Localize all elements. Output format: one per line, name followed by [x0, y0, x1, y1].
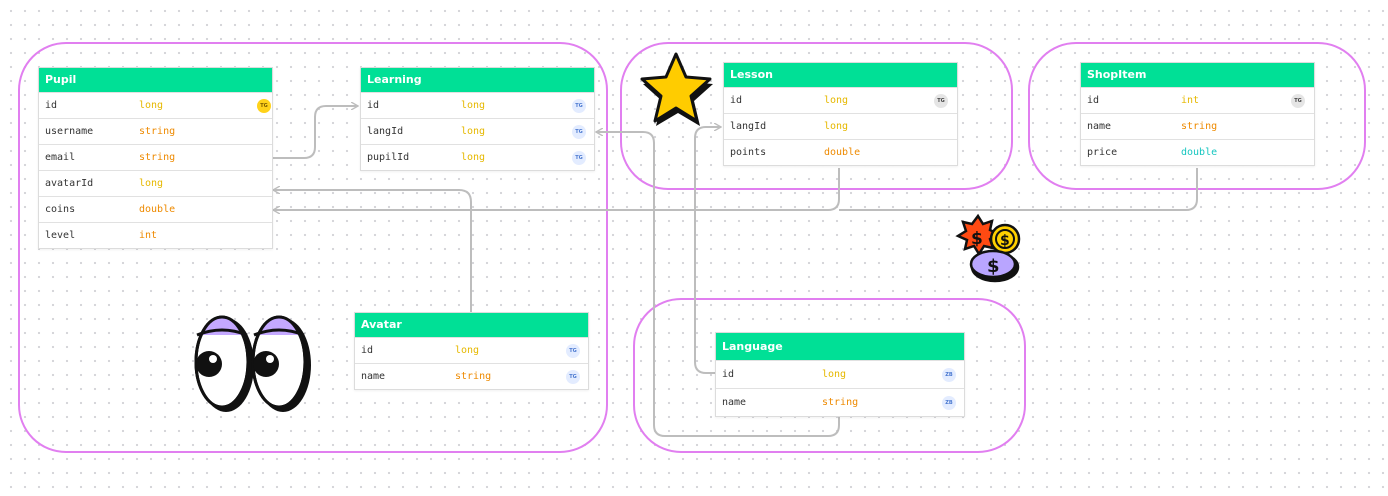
field-type: long [139, 178, 164, 189]
field-badge[interactable]: TG [566, 344, 580, 358]
field-name: name [1087, 121, 1112, 132]
pupil-row-email[interactable]: email string [39, 144, 272, 170]
field-type: string [1181, 121, 1218, 132]
field-type: string [822, 397, 859, 408]
field-name: email [45, 152, 76, 163]
field-name: langId [367, 126, 404, 137]
shopitem-row-id[interactable]: id int TG [1081, 87, 1314, 113]
field-type: double [824, 147, 861, 158]
language-table[interactable]: Language id long ZB name string ZB [715, 332, 965, 417]
pupil-row-username[interactable]: username string [39, 118, 272, 144]
field-type: double [139, 204, 176, 215]
field-type: long [461, 100, 486, 111]
field-type: long [455, 345, 480, 356]
lesson-table[interactable]: Lesson id long TG langId long points double [723, 62, 958, 166]
field-name: pupilId [367, 152, 410, 163]
language-row-name[interactable]: name string ZB [716, 388, 964, 416]
pupil-table-header[interactable]: Pupil [39, 68, 272, 92]
field-type: int [1181, 95, 1200, 106]
field-name: id [722, 369, 735, 380]
field-badge[interactable]: TG [257, 99, 271, 113]
field-name: id [367, 100, 380, 111]
learning-table[interactable]: Learning id long TG langId long TG pupilId long… [360, 67, 595, 171]
eyes-sticker-icon [190, 307, 315, 417]
star-sticker-icon [636, 50, 716, 128]
field-name: price [1087, 147, 1118, 158]
shopitem-row-name[interactable]: name string [1081, 113, 1314, 139]
field-type: long [824, 95, 849, 106]
shopitem-table[interactable]: ShopItem id int TG name string price double [1080, 62, 1315, 166]
shopitem-row-price[interactable]: price double [1081, 139, 1314, 165]
shopitem-table-header[interactable]: ShopItem [1081, 63, 1314, 87]
coin-dollar-red: $ [971, 229, 983, 249]
field-type: long [461, 126, 486, 137]
field-name: level [45, 230, 76, 241]
field-name: langId [730, 121, 767, 132]
field-name: id [1087, 95, 1100, 106]
field-type: int [139, 230, 158, 241]
field-badge[interactable]: TG [572, 99, 586, 113]
pupil-row-level[interactable]: level int [39, 222, 272, 248]
field-type: long [461, 152, 486, 163]
field-badge[interactable]: ZB [942, 396, 956, 410]
avatar-row-name[interactable]: name string TG [355, 363, 588, 389]
field-name: name [722, 397, 747, 408]
coin-dollar-gold: $ [1000, 233, 1010, 249]
language-table-header[interactable]: Language [716, 333, 964, 360]
avatar-row-id[interactable]: id long TG [355, 337, 588, 363]
field-type: string [139, 152, 176, 163]
field-type: long [822, 369, 847, 380]
field-name: id [730, 95, 743, 106]
field-type: string [139, 126, 176, 137]
field-name: name [361, 371, 386, 382]
coins-sticker-icon: $ $ $ [952, 212, 1032, 284]
avatar-table[interactable]: Avatar id long TG name string TG [354, 312, 589, 390]
field-badge[interactable]: TG [566, 370, 580, 384]
field-badge[interactable]: ZB [942, 368, 956, 382]
learning-row-pupilid[interactable]: pupilId long TG [361, 144, 594, 170]
lesson-row-points[interactable]: points double [724, 139, 957, 165]
field-name: coins [45, 204, 76, 215]
field-badge[interactable]: TG [934, 94, 948, 108]
coin-dollar-purple: $ [987, 256, 1000, 277]
field-name: id [45, 100, 58, 111]
field-type: long [824, 121, 849, 132]
field-name: username [45, 126, 94, 137]
field-badge[interactable]: TG [572, 151, 586, 165]
learning-table-header[interactable]: Learning [361, 68, 594, 92]
field-name: avatarId [45, 178, 94, 189]
learning-row-id[interactable]: id long TG [361, 92, 594, 118]
field-badge[interactable]: TG [1291, 94, 1305, 108]
learning-row-langid[interactable]: langId long TG [361, 118, 594, 144]
lesson-table-header[interactable]: Lesson [724, 63, 957, 87]
pupil-row-avatarid[interactable]: avatarId long [39, 170, 272, 196]
pupil-table[interactable]: Pupil id long TG username string email string a… [38, 67, 273, 249]
field-type: long [139, 100, 164, 111]
field-badge[interactable]: TG [572, 125, 586, 139]
field-name: id [361, 345, 374, 356]
pupil-row-coins[interactable]: coins double [39, 196, 272, 222]
field-type: double [1181, 147, 1218, 158]
field-name: points [730, 147, 767, 158]
lesson-row-langid[interactable]: langId long [724, 113, 957, 139]
avatar-table-header[interactable]: Avatar [355, 313, 588, 337]
language-row-id[interactable]: id long ZB [716, 360, 964, 388]
field-type: string [455, 371, 492, 382]
lesson-row-id[interactable]: id long TG [724, 87, 957, 113]
pupil-row-id[interactable]: id long TG [39, 92, 272, 118]
